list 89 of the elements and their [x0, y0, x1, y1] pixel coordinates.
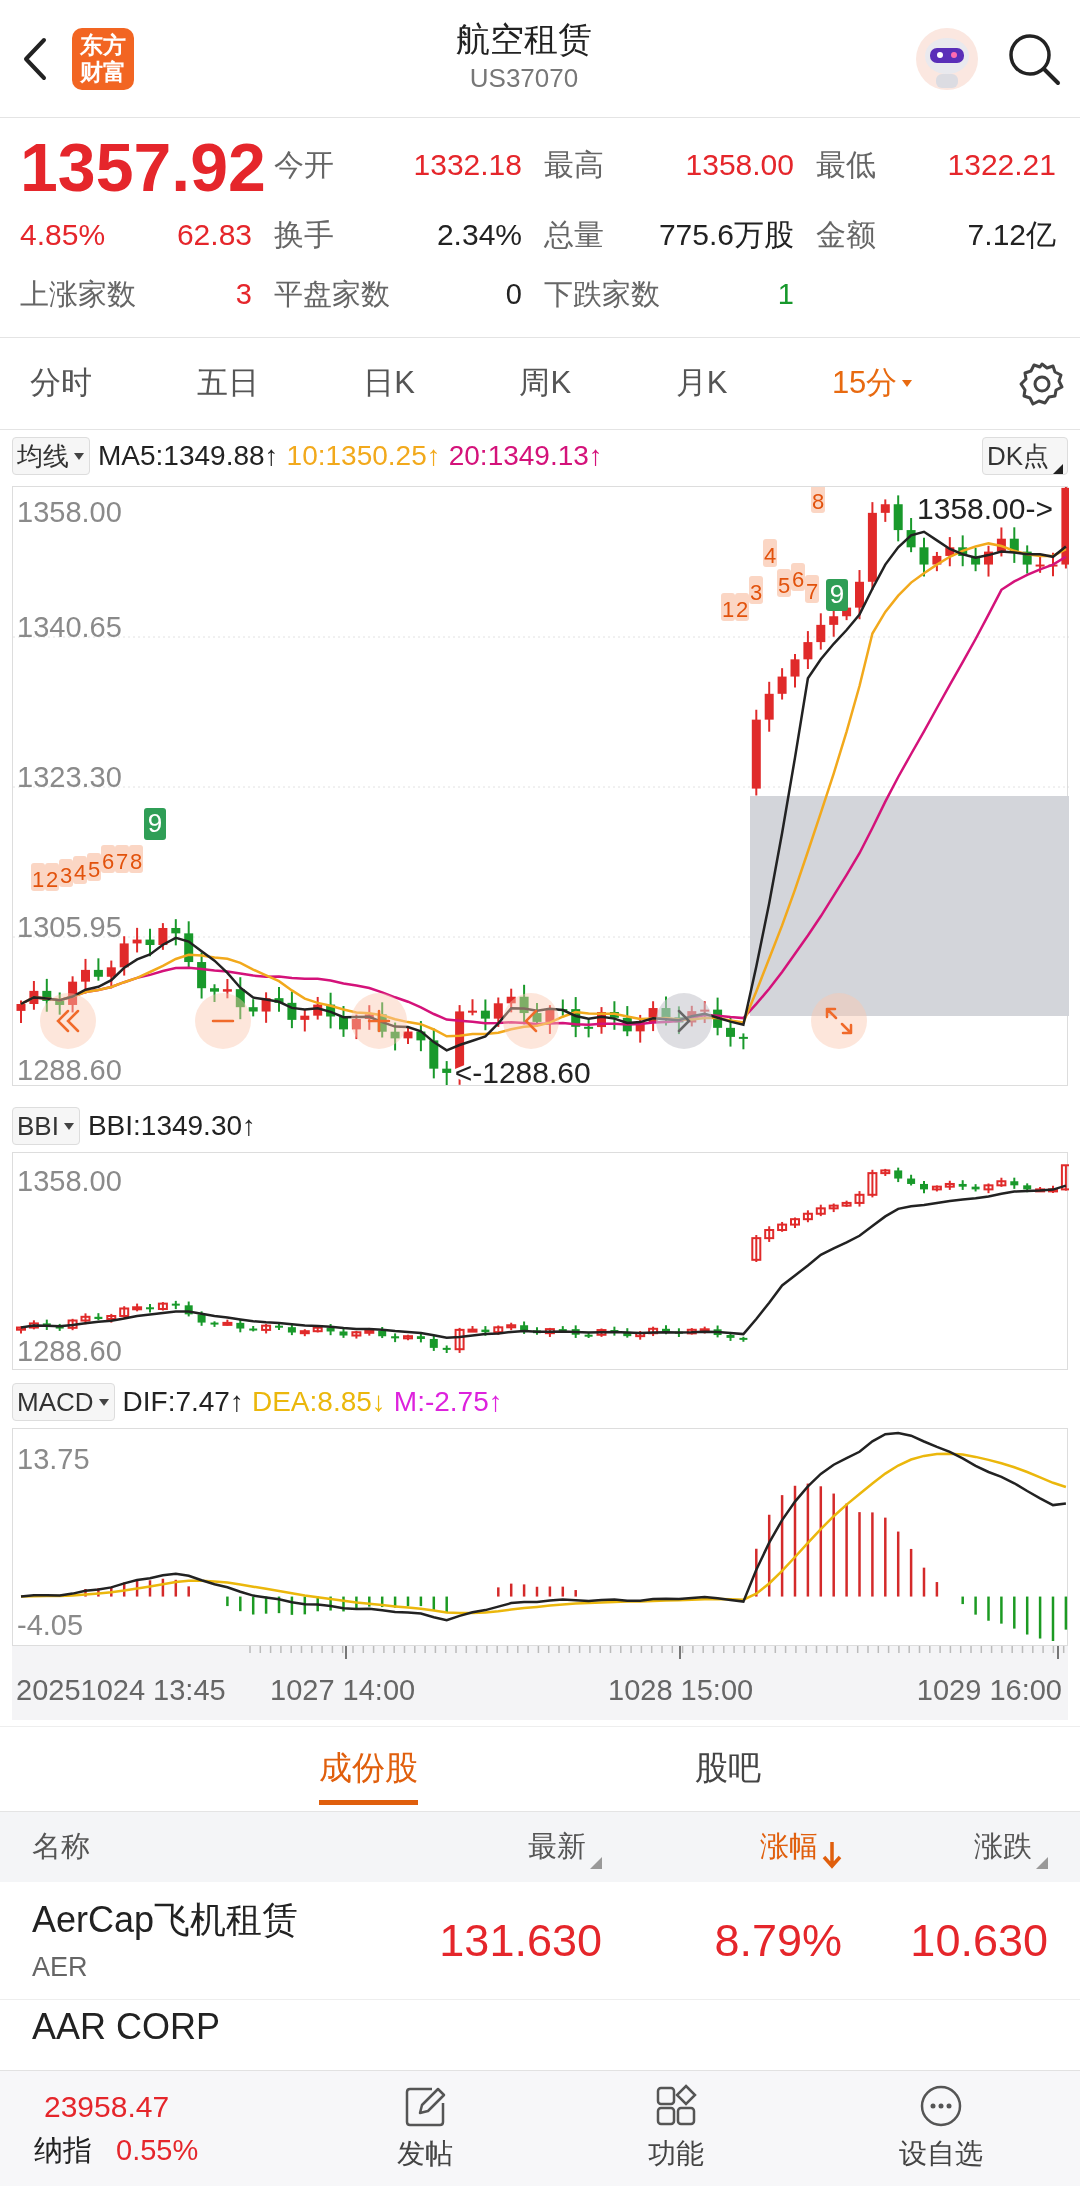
stat-value: 7.12亿: [967, 216, 1056, 253]
axis-label: 1288.60: [17, 1054, 122, 1085]
axis-label: 1358.00: [17, 496, 122, 528]
indicator-value: 20:1349.13↑: [448, 439, 603, 473]
stat-value: 2.34%: [436, 216, 522, 253]
period-tab[interactable]: 日K: [363, 360, 415, 407]
count-marker: 3: [749, 576, 763, 605]
axis-label: -4.05: [17, 1609, 84, 1641]
stat-value: 1358.00: [685, 146, 794, 183]
axis-label: 1288.60: [17, 1335, 122, 1367]
time-label: 1029 16:00: [916, 1674, 1062, 1706]
time-label: 20251024 13:45: [16, 1674, 226, 1706]
count-marker: 5: [87, 853, 101, 882]
stat-label: 换手: [274, 216, 334, 253]
stat-label: 上涨家数: [20, 276, 136, 312]
count-marker: 7: [115, 845, 129, 874]
stat-label: 最低: [816, 146, 876, 183]
signal-marker: 9: [144, 808, 166, 840]
count-marker: 7: [805, 575, 819, 604]
stat-value: 1322.21: [947, 146, 1056, 183]
stat-value: 3: [235, 276, 252, 312]
stat-value: 1: [777, 276, 794, 312]
toolbar-button[interactable]: 设自选: [898, 2082, 983, 2175]
time-label: 1027 14:00: [270, 1674, 416, 1706]
indicator-value: M:-2.75↑: [393, 1385, 503, 1419]
time-label: 1028 15:00: [608, 1674, 754, 1706]
count-marker: 1: [31, 863, 45, 892]
change-percent: 4.85%: [20, 216, 106, 253]
count-marker: 8: [811, 487, 825, 514]
toolbar-button[interactable]: 功能: [648, 2082, 704, 2175]
index-change: 0.55%: [116, 2133, 199, 2169]
count-marker: 6: [101, 845, 115, 874]
stat-label: 最高: [544, 146, 604, 183]
column-header[interactable]: 最新: [528, 1825, 586, 1869]
list-tab[interactable]: 股吧: [695, 1742, 762, 1805]
count-marker: 1: [721, 593, 735, 622]
stat-label: 总量: [544, 216, 604, 253]
count-marker: 2: [45, 863, 59, 892]
table-cell-text: 8.79%: [713, 1913, 842, 1968]
axis-label: 1358.00: [17, 1165, 122, 1197]
stat-value: 1332.18: [413, 146, 522, 183]
mode-button[interactable]: DK点: [981, 437, 1068, 475]
axis-label: 13.75: [17, 1443, 90, 1475]
stat-label: 平盘家数: [274, 276, 390, 312]
indicator-dropdown[interactable]: MACD: [12, 1383, 115, 1421]
stat-label: 金额: [816, 216, 876, 253]
count-marker: 4: [763, 539, 777, 568]
toolbar-button[interactable]: 发帖: [397, 2082, 454, 2175]
stat-label: 今开: [274, 146, 334, 183]
period-tab[interactable]: 月K: [675, 360, 728, 407]
indicator-value: MA5:1349.88↑: [98, 439, 279, 473]
signal-marker: 9: [826, 579, 848, 611]
index-name: 纳指: [34, 2133, 92, 2169]
change-amount: 62.83: [176, 216, 252, 253]
period-tab[interactable]: 分时: [30, 360, 92, 407]
indicator-value: BBI:1349.30↑: [87, 1109, 257, 1143]
column-header: 名称: [32, 1829, 90, 1865]
indicator-dropdown[interactable]: BBI: [12, 1107, 80, 1145]
list-tab[interactable]: 成份股: [318, 1742, 418, 1805]
table-cell-text: 131.630: [438, 1913, 602, 1968]
stock-name[interactable]: AerCap飞机租赁: [32, 1893, 352, 1948]
indicator-dropdown[interactable]: 均线: [12, 437, 90, 475]
stat-value: 0: [505, 276, 522, 312]
count-marker: 5: [777, 569, 791, 598]
period-tab[interactable]: 周K: [519, 360, 572, 407]
stock-symbol: AER: [32, 1951, 89, 1985]
stock-name[interactable]: AAR CORP: [32, 2000, 352, 2054]
high-price-label: 1358.00->: [917, 492, 1053, 525]
indicator-value: DEA:8.85↓: [251, 1385, 386, 1419]
stock-code: US37070: [469, 62, 579, 95]
indicator-value: DIF:7.47↑: [122, 1385, 244, 1419]
stat-label: 下跌家数: [544, 276, 660, 312]
last-price: 1357.92: [20, 132, 266, 203]
indicator-value: 10:1350.25↑: [286, 439, 441, 473]
axis-label: 1305.95: [17, 911, 122, 943]
count-marker: 3: [59, 859, 73, 888]
table-cell-text: 10.630: [909, 1913, 1048, 1968]
axis-label: 1340.65: [17, 611, 122, 643]
count-marker: 4: [73, 856, 87, 885]
count-marker: 8: [129, 845, 143, 874]
column-header[interactable]: 涨跌: [974, 1825, 1032, 1869]
index-value: 23958.47: [43, 2089, 171, 2126]
count-marker: 6: [791, 563, 805, 592]
app-logo: 东方财富: [72, 27, 134, 90]
period-tab[interactable]: 五日: [196, 360, 259, 407]
axis-label: 1323.30: [17, 761, 122, 793]
page-title: 航空租赁: [456, 19, 592, 59]
count-marker: 2: [735, 593, 749, 622]
stat-value: 775.6万股: [658, 216, 794, 253]
